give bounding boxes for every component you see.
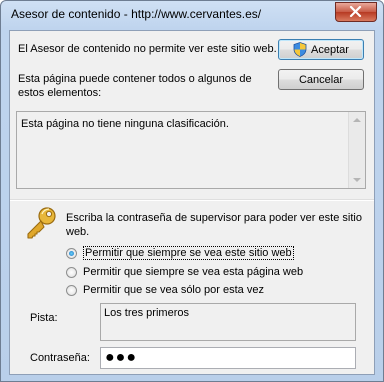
accept-button-label: Aceptar xyxy=(311,43,349,56)
password-label: Contraseña: xyxy=(30,352,90,364)
blocked-message: El Asesor de contenido no permite ver es… xyxy=(18,43,277,55)
content-advisor-dialog: Asesor de contenido - http://www.cervant… xyxy=(0,0,384,382)
password-value: ●●● xyxy=(105,349,137,366)
option-this-time-label[interactable]: Permitir que se vea sólo por esta vez xyxy=(83,284,264,296)
option-this-time[interactable]: Permitir que se vea sólo por esta vez xyxy=(66,283,264,297)
supervisor-prompt: Escriba la contraseña de supervisor para… xyxy=(66,212,362,238)
rating-info-box: Esta página no tiene ninguna clasificaci… xyxy=(16,111,366,189)
scroll-down-icon[interactable] xyxy=(353,178,361,182)
cancel-button[interactable]: Cancelar xyxy=(278,69,364,90)
close-icon xyxy=(349,6,362,17)
window-title: Asesor de contenido - http://www.cervant… xyxy=(11,7,262,21)
option-always-site-label[interactable]: Permitir que siempre se vea este sitio w… xyxy=(83,246,294,260)
radio-always-site[interactable] xyxy=(66,247,77,259)
option-always-site[interactable]: Permitir que siempre se vea este sitio w… xyxy=(66,246,294,260)
password-field[interactable]: ●●● xyxy=(100,347,356,369)
accept-button[interactable]: Aceptar xyxy=(278,39,364,60)
rating-info-scrollbar[interactable] xyxy=(348,112,365,188)
hint-label: Pista: xyxy=(30,312,58,324)
section-divider xyxy=(10,199,374,201)
uac-shield-icon xyxy=(293,42,307,57)
key-icon xyxy=(27,207,56,239)
hint-box: Los tres primeros xyxy=(100,303,356,341)
option-always-page[interactable]: Permitir que siempre se vea esta página … xyxy=(66,265,303,279)
dialog-body: El Asesor de contenido no permite ver es… xyxy=(9,30,375,375)
scroll-up-icon[interactable] xyxy=(353,118,361,122)
radio-always-page[interactable] xyxy=(66,266,77,278)
option-always-page-label[interactable]: Permitir que siempre se vea esta página … xyxy=(83,266,303,278)
hint-value: Los tres primeros xyxy=(104,307,189,319)
radio-this-time[interactable] xyxy=(66,284,77,296)
rating-info-text: Esta página no tiene ninguna clasificaci… xyxy=(21,118,229,130)
close-button[interactable] xyxy=(335,2,377,22)
cancel-button-label: Cancelar xyxy=(298,73,344,86)
title-bar[interactable]: Asesor de contenido - http://www.cervant… xyxy=(1,1,383,29)
content-description: Esta página puede contener todos o algun… xyxy=(18,73,252,99)
